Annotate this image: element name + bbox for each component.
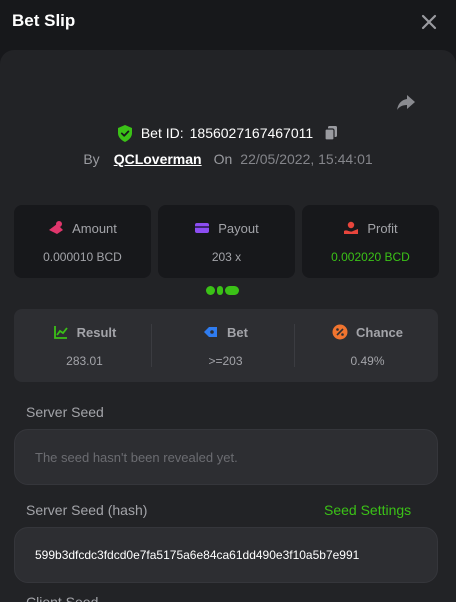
profit-card: Profit 0.002020 BCD bbox=[302, 205, 439, 278]
result-column: Result 283.01 bbox=[14, 309, 155, 382]
result-label: Result bbox=[76, 324, 117, 340]
bet-id-label: Bet ID: bbox=[140, 125, 184, 141]
bet-id-value: 1856027167467011 bbox=[189, 125, 314, 141]
bet-label: Bet bbox=[227, 324, 248, 340]
profit-icon bbox=[344, 221, 359, 234]
share-icon[interactable] bbox=[394, 90, 418, 114]
result-chart-icon bbox=[53, 326, 68, 339]
by-label: By bbox=[83, 151, 100, 167]
close-icon[interactable] bbox=[418, 11, 440, 33]
amount-icon bbox=[49, 221, 64, 234]
carousel-dot[interactable] bbox=[217, 285, 223, 295]
shield-check-icon bbox=[117, 124, 132, 142]
on-label: On bbox=[213, 151, 233, 167]
server-seed-hash-label: Server Seed (hash) bbox=[26, 502, 148, 518]
amount-value: 0.000010 BCD bbox=[43, 250, 122, 264]
bet-author-row: By QCLoverman On 22/05/2022, 15:44:01 bbox=[0, 149, 456, 169]
results-card: Result 283.01 Bet >=203 Chance 0.49% bbox=[14, 309, 438, 382]
payout-icon bbox=[195, 223, 210, 233]
seed-settings-link[interactable]: Seed Settings bbox=[324, 502, 411, 518]
result-value: 283.01 bbox=[66, 354, 103, 368]
bet-value: >=203 bbox=[208, 354, 243, 368]
username-link[interactable]: QCLoverman bbox=[114, 151, 202, 167]
server-seed-field[interactable]: The seed hasn't been revealed yet. bbox=[14, 429, 438, 485]
amount-card: Amount 0.000010 BCD bbox=[14, 205, 151, 278]
chance-value: 0.49% bbox=[350, 354, 385, 368]
bet-date: 22/05/2022, 15:44:01 bbox=[240, 151, 373, 167]
payout-card: Payout 203 x bbox=[158, 205, 295, 278]
server-seed-label: Server Seed bbox=[26, 404, 104, 420]
page-title: Bet Slip bbox=[12, 11, 76, 30]
carousel-dot[interactable] bbox=[206, 285, 215, 295]
payout-value: 203 x bbox=[211, 250, 242, 264]
percent-icon bbox=[332, 324, 348, 340]
copy-icon[interactable] bbox=[323, 125, 339, 141]
divider bbox=[151, 324, 152, 367]
profit-label: Profit bbox=[367, 220, 398, 236]
divider bbox=[294, 324, 295, 367]
payout-label: Payout bbox=[218, 220, 259, 236]
chance-label: Chance bbox=[356, 324, 403, 340]
amount-label: Amount bbox=[72, 220, 117, 236]
bet-column: Bet >=203 bbox=[155, 309, 296, 382]
profit-value: 0.002020 BCD bbox=[331, 250, 410, 264]
bet-tag-icon bbox=[204, 327, 218, 337]
chance-column: Chance 0.49% bbox=[297, 309, 438, 382]
carousel-dot-active[interactable] bbox=[225, 285, 239, 295]
bet-id-row: Bet ID: 1856027167467011 bbox=[0, 123, 456, 143]
client-seed-label: Client Seed bbox=[26, 594, 99, 602]
server-seed-hash-field[interactable]: 599b3dfcdc3fdcd0e7fa5175a6e84ca61dd490e3… bbox=[14, 527, 438, 583]
header: Bet Slip bbox=[0, 0, 456, 44]
carousel-indicator[interactable] bbox=[206, 284, 246, 296]
